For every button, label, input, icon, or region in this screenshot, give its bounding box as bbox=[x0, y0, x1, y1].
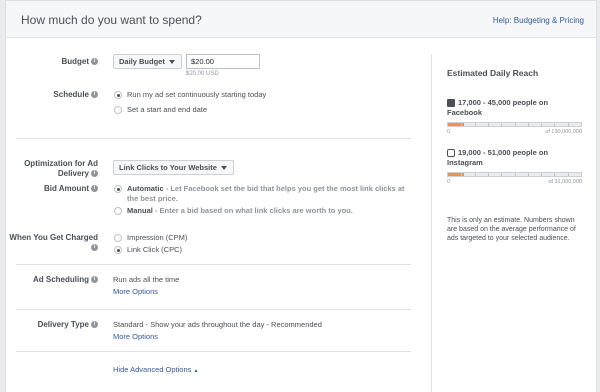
bid-manual-label[interactable]: Manual - Enter a bid based on what link … bbox=[127, 206, 407, 216]
schedule-dates-label[interactable]: Set a start and end date bbox=[127, 105, 207, 115]
info-icon[interactable]: i bbox=[91, 170, 98, 178]
divider bbox=[16, 138, 411, 139]
charge-impression-radio[interactable] bbox=[114, 234, 122, 242]
budget-label: Budget i bbox=[16, 57, 98, 67]
instagram-reach: 19,000 - 51,000 people on Instagram 0 of… bbox=[447, 148, 582, 185]
reach-bar-tick bbox=[461, 123, 463, 126]
reach-bar-tick bbox=[461, 173, 463, 176]
instagram-scale-min: 0 bbox=[447, 179, 451, 185]
optimization-label: Optimization for Ad Delivery i bbox=[24, 159, 98, 178]
charge-impression-label[interactable]: Impression (CPM) bbox=[127, 233, 187, 243]
budget-amount-input[interactable]: $20.00 bbox=[186, 54, 260, 69]
reach-bar-tick bbox=[501, 123, 503, 126]
budget-type-dropdown[interactable]: Daily Budget bbox=[113, 54, 182, 69]
delivery-type-more-options[interactable]: More Options bbox=[113, 332, 158, 341]
chevron-down-icon bbox=[168, 60, 175, 65]
delivery-type-label: Delivery Type i bbox=[16, 320, 98, 330]
reach-bar-tick bbox=[541, 173, 543, 176]
schedule-continuous-radio[interactable] bbox=[114, 91, 122, 99]
reach-bar-tick bbox=[501, 173, 503, 176]
facebook-scale-max: of 130,000,000 bbox=[545, 129, 582, 135]
schedule-dates-radio[interactable] bbox=[114, 106, 122, 114]
ad-scheduling-label: Ad Scheduling i bbox=[16, 275, 98, 285]
charge-click-label[interactable]: Link Click (CPC) bbox=[127, 245, 182, 255]
optimization-dropdown[interactable]: Link Clicks to Your Website bbox=[113, 160, 234, 175]
reach-bar-tick bbox=[567, 173, 569, 176]
budget-panel: Budget i Daily Budget $20.00 $20.00 USD S… bbox=[5, 38, 597, 392]
help-budgeting-link[interactable]: Help: Budgeting & Pricing bbox=[493, 16, 584, 25]
instagram-scale-max: of 31,000,000 bbox=[548, 179, 582, 185]
reach-bar-tick bbox=[514, 123, 516, 126]
hide-advanced-options-link[interactable]: Hide Advanced Options ▲ bbox=[113, 365, 198, 374]
currency-note: $20.00 USD bbox=[186, 71, 219, 77]
schedule-label: Schedule i bbox=[16, 90, 98, 100]
reach-bar-tick bbox=[527, 123, 529, 126]
info-icon[interactable]: i bbox=[91, 185, 98, 193]
section-title: How much do you want to spend? bbox=[21, 13, 202, 27]
reach-bar-tick bbox=[474, 123, 476, 126]
info-icon[interactable]: i bbox=[91, 276, 98, 284]
info-icon[interactable]: i bbox=[91, 321, 98, 329]
info-icon[interactable]: i bbox=[91, 244, 98, 252]
facebook-reach: 17,000 - 45,000 people on Facebook 0 of … bbox=[447, 98, 582, 135]
reach-bar-tick bbox=[487, 173, 489, 176]
reach-disclaimer: This is only an estimate. Numbers shown … bbox=[447, 217, 576, 242]
reach-bar-tick bbox=[567, 123, 569, 126]
bid-amount-label: Bid Amount i bbox=[16, 184, 98, 194]
caret-up-icon: ▲ bbox=[193, 368, 199, 374]
facebook-icon bbox=[447, 99, 455, 108]
reach-title: Estimated Daily Reach bbox=[447, 68, 539, 78]
chevron-down-icon bbox=[220, 166, 227, 171]
estimated-reach-panel: Estimated Daily Reach 17,000 - 45,000 pe… bbox=[431, 54, 586, 392]
reach-bar-tick bbox=[554, 123, 556, 126]
schedule-continuous-label[interactable]: Run my ad set continuously starting toda… bbox=[127, 90, 266, 100]
charged-label: When You Get Chargedi bbox=[9, 233, 98, 252]
bid-automatic-radio[interactable] bbox=[114, 185, 122, 193]
divider bbox=[16, 351, 411, 352]
instagram-reach-bar bbox=[447, 172, 582, 177]
info-icon[interactable]: i bbox=[91, 58, 98, 66]
instagram-icon bbox=[447, 149, 455, 158]
bid-automatic-label[interactable]: Automatic - Let Facebook set the bid tha… bbox=[127, 184, 407, 204]
facebook-scale-min: 0 bbox=[447, 129, 451, 135]
reach-bar-tick bbox=[554, 173, 556, 176]
facebook-reach-bar bbox=[447, 122, 582, 127]
divider bbox=[16, 264, 411, 265]
charge-click-radio[interactable] bbox=[114, 246, 122, 254]
ad-scheduling-more-options[interactable]: More Options bbox=[113, 287, 158, 296]
reach-bar-tick bbox=[487, 123, 489, 126]
bid-manual-radio[interactable] bbox=[114, 207, 122, 215]
facebook-reach-text: 17,000 - 45,000 people on Facebook bbox=[447, 98, 549, 117]
delivery-type-value: Standard - Show your ads throughout the … bbox=[113, 320, 322, 329]
reach-bar-tick bbox=[514, 173, 516, 176]
reach-bar-tick bbox=[527, 173, 529, 176]
reach-bar-tick bbox=[541, 123, 543, 126]
reach-bar-tick bbox=[474, 173, 476, 176]
instagram-reach-text: 19,000 - 51,000 people on Instagram bbox=[447, 148, 549, 167]
divider bbox=[16, 309, 411, 310]
ad-scheduling-value: Run ads all the time bbox=[113, 275, 180, 284]
info-icon[interactable]: i bbox=[91, 91, 98, 99]
section-header: How much do you want to spend? Help: Bud… bbox=[5, 0, 597, 38]
